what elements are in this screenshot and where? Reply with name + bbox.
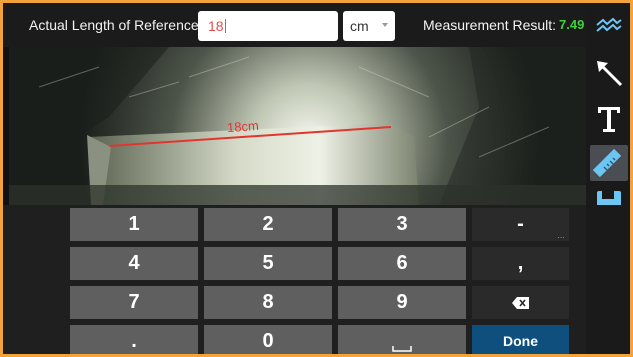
key-decimal[interactable]: . <box>70 325 198 354</box>
reference-length-label: Actual Length of Reference <box>29 17 199 33</box>
unit-dropdown[interactable]: cm <box>343 11 395 41</box>
key-comma[interactable]: , <box>472 247 569 280</box>
key-minus[interactable]: -… <box>472 208 569 241</box>
arrow-tool-button[interactable] <box>590 55 628 91</box>
space-icon <box>392 346 412 352</box>
key-5[interactable]: 5 <box>204 247 332 280</box>
key-3[interactable]: 3 <box>338 208 466 241</box>
key-9[interactable]: 9 <box>338 286 466 319</box>
more-symbols-icon: … <box>557 231 565 240</box>
measurement-result-value: 7.49 <box>559 17 585 32</box>
measurement-line-label: 18cm <box>226 117 260 136</box>
key-8[interactable]: 8 <box>204 286 332 319</box>
text-icon <box>598 107 620 132</box>
camera-view[interactable]: 18cm <box>9 47 586 205</box>
key-2[interactable]: 2 <box>204 208 332 241</box>
backspace-icon <box>511 296 529 309</box>
reference-length-input[interactable]: 18 <box>198 11 338 41</box>
freehand-tool-button[interactable] <box>590 9 628 45</box>
key-minus-label: - <box>517 213 524 235</box>
camera-image <box>9 47 586 205</box>
save-icon <box>597 191 621 205</box>
ruler-icon <box>593 148 622 178</box>
numeric-keypad: 1 2 3 -… 4 5 6 , 7 8 9 . 0 Done <box>3 205 586 354</box>
save-tool-button[interactable] <box>590 187 628 205</box>
text-caret <box>224 19 226 33</box>
ruler-tool-button[interactable] <box>590 145 628 181</box>
measurement-screen: Actual Length of Reference 18 cm Measure… <box>0 0 633 357</box>
tool-sidebar <box>586 3 630 354</box>
reference-length-value: 18 <box>208 18 224 34</box>
top-bar: Actual Length of Reference 18 cm Measure… <box>3 3 586 47</box>
wave-icon <box>596 17 622 32</box>
arrow-icon <box>597 61 623 87</box>
space-key[interactable] <box>338 325 466 354</box>
text-tool-button[interactable] <box>590 101 628 137</box>
dropdown-arrow-icon <box>382 23 388 27</box>
key-0[interactable]: 0 <box>204 325 332 354</box>
done-button[interactable]: Done <box>472 325 569 354</box>
measurement-result-label: Measurement Result: <box>423 17 557 33</box>
key-7[interactable]: 7 <box>70 286 198 319</box>
unit-value: cm <box>350 18 369 34</box>
key-1[interactable]: 1 <box>70 208 198 241</box>
key-4[interactable]: 4 <box>70 247 198 280</box>
key-6[interactable]: 6 <box>338 247 466 280</box>
backspace-key[interactable] <box>472 286 569 319</box>
